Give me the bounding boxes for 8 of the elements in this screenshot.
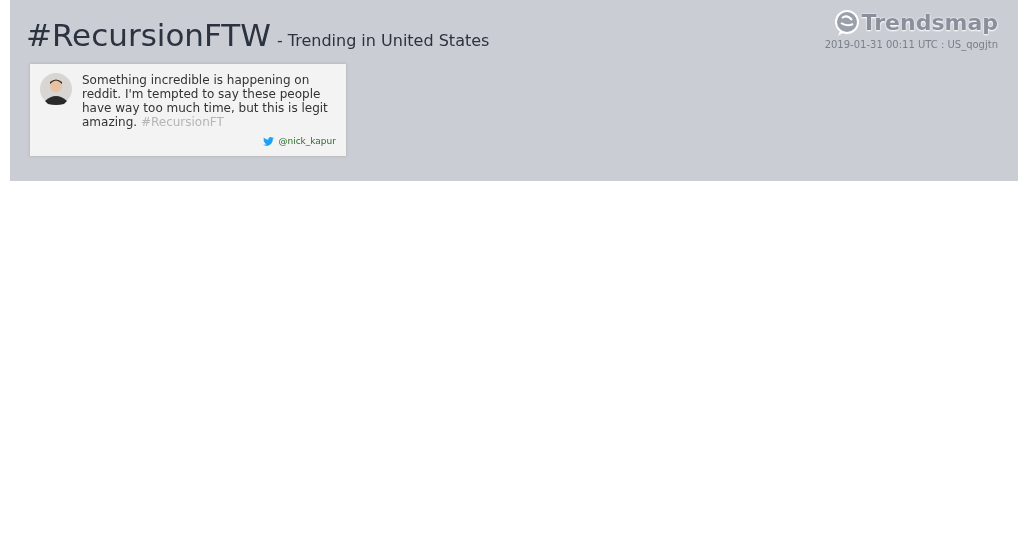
timestamp: 2019-01-31 00:11 UTC : US_qogjtn: [824, 39, 998, 51]
bird-icon: [263, 137, 275, 147]
tweet-text: Something incredible is happening on reddit. I'm tempted to say these people have way too much time, but this is legit amazing. #RecursionFT: [82, 72, 329, 129]
tweet-author[interactable]: @nick_kapur: [278, 135, 336, 149]
hashtag-title: #RecursionFTW: [26, 16, 271, 55]
trend-subtitle: - Trending in United States: [276, 30, 490, 52]
brand-logo: Trendsmap: [861, 9, 998, 37]
avatar: [40, 72, 72, 105]
